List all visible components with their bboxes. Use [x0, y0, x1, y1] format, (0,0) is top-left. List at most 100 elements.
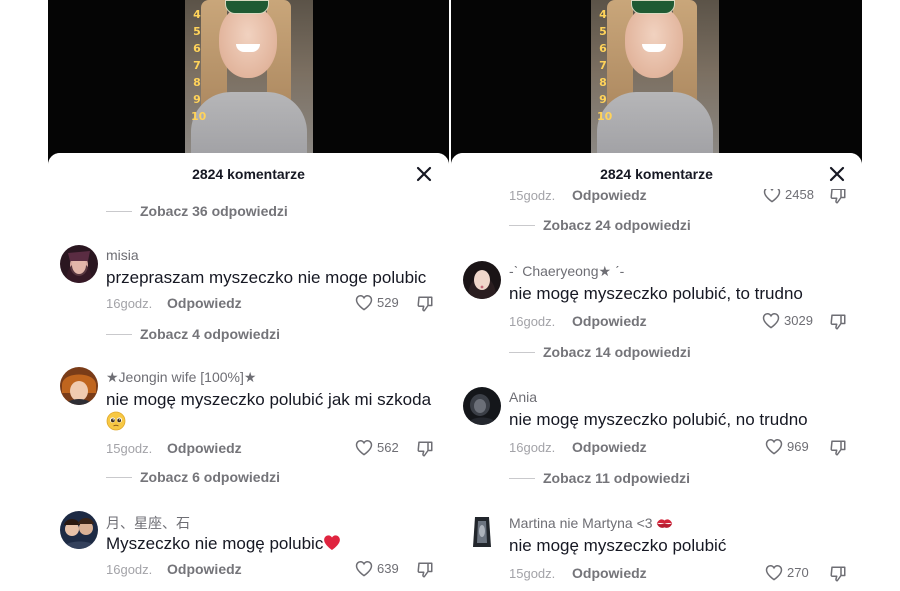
comments-header-bar: 2824 komentarze [48, 153, 449, 197]
view-replies-button[interactable]: Zobacz 6 odpowiedzi [106, 469, 280, 485]
comment-text: nie mogę myszeczko polubić jak mi szkoda [106, 390, 432, 409]
overlay-numbers: 4 5 6 7 8 9 10 [191, 8, 207, 123]
reply-button[interactable]: Odpowiedz [572, 313, 647, 329]
like-count: 969 [787, 439, 809, 454]
like-button[interactable]: 529 [355, 294, 399, 311]
like-button[interactable]: 639 [355, 560, 399, 577]
like-button[interactable]: 3029 [762, 312, 813, 329]
like-button[interactable]: 562 [355, 439, 399, 456]
view-replies-button[interactable]: Zobacz 4 odpowiedzi [106, 326, 280, 342]
heart-outline-icon [355, 439, 373, 456]
comments-sheet: 2824 komentarze Zobacz 36 odpowiedzi [48, 153, 449, 591]
red-heart-icon [324, 535, 341, 550]
reply-button[interactable]: Odpowiedz [167, 440, 242, 456]
thumbs-down-icon [830, 566, 846, 582]
dislike-button[interactable] [416, 561, 434, 579]
right-comments-panel: 4 5 6 7 8 9 10 15godz. Odpowiedz 2458 Zo… [451, 0, 862, 591]
comment-username[interactable]: ★Jeongin wife [100%]★ [106, 369, 256, 386]
comment-time: 15godz. [509, 566, 556, 581]
comment-time: 15godz. [509, 188, 556, 203]
video-background: 4 5 6 7 8 9 10 [451, 0, 862, 168]
comment-text: przepraszam myszeczko nie moge polubic [106, 268, 427, 287]
comment-text: nie mogę myszeczko polubić [509, 536, 727, 555]
filter-badge [631, 0, 675, 14]
divider [106, 210, 132, 212]
comment-time: 16godz. [509, 440, 556, 455]
like-count: 562 [377, 440, 399, 455]
left-comments-panel: 4 5 6 7 8 9 10 2824 komentarze Zobacz 36… [48, 0, 449, 591]
comment-username[interactable]: misia [106, 247, 139, 263]
like-count: 3029 [784, 313, 813, 328]
heart-outline-icon [355, 560, 373, 577]
comment-text: nie mogę myszeczko polubić, to trudno [509, 284, 803, 303]
like-button[interactable]: 270 [765, 564, 809, 581]
comment-list: 15godz. Odpowiedz 2458 Zobacz 24 odpowie… [451, 153, 862, 591]
reply-button[interactable]: Odpowiedz [572, 565, 647, 581]
comment-time: 16godz. [106, 562, 153, 577]
thumbs-down-icon [830, 188, 846, 204]
comment-time: 16godz. [509, 314, 556, 329]
divider [509, 477, 535, 479]
comment-time: 16godz. [106, 296, 153, 311]
pleading-face-icon [106, 411, 126, 436]
heart-outline-icon [765, 564, 783, 581]
comment-username[interactable]: Ania [509, 389, 537, 405]
heart-outline-icon [355, 294, 373, 311]
avatar[interactable] [463, 261, 501, 299]
comment-text: Myszeczko nie mogę polubic [106, 533, 341, 554]
heart-outline-icon [762, 312, 780, 329]
avatar-image [463, 387, 501, 425]
comment-username[interactable]: -ˋ Chaeryeong★ ˊ- [509, 263, 624, 280]
video-background: 4 5 6 7 8 9 10 [48, 0, 449, 168]
reply-button[interactable]: Odpowiedz [167, 295, 242, 311]
divider [509, 351, 535, 353]
dislike-button[interactable] [829, 313, 847, 331]
video-thumbnail: 4 5 6 7 8 9 10 [185, 0, 313, 160]
thumbs-down-icon [417, 562, 433, 578]
view-replies-button[interactable]: Zobacz 14 odpowiedzi [509, 344, 691, 360]
comment-username[interactable]: 月、星座、石 [106, 513, 190, 533]
video-thumbnail: 4 5 6 7 8 9 10 [591, 0, 719, 160]
overlay-numbers: 4 5 6 7 8 9 10 [597, 8, 613, 123]
divider [509, 224, 535, 226]
view-replies-button[interactable]: Zobacz 24 odpowiedzi [509, 217, 691, 233]
view-replies-button[interactable]: Zobacz 36 odpowiedzi [106, 203, 288, 219]
avatar-image [463, 513, 501, 551]
comment-text: nie mogę myszeczko polubić, no trudno [509, 410, 808, 429]
avatar[interactable] [463, 513, 501, 551]
view-replies-button[interactable]: Zobacz 11 odpowiedzi [509, 470, 690, 486]
comments-sheet: 15godz. Odpowiedz 2458 Zobacz 24 odpowie… [451, 153, 862, 591]
like-count: 639 [377, 561, 399, 576]
reply-button[interactable]: Odpowiedz [572, 187, 647, 203]
avatar-image [463, 261, 501, 299]
dislike-button[interactable] [829, 565, 847, 583]
dislike-button[interactable] [416, 295, 434, 313]
heart-outline-icon [765, 438, 783, 455]
avatar[interactable] [60, 367, 98, 405]
thumbs-down-icon [417, 441, 433, 457]
comment-list: Zobacz 36 odpowiedzi misia przepraszam m… [48, 153, 449, 591]
divider [106, 476, 132, 478]
avatar-image [60, 511, 98, 549]
close-icon [416, 166, 432, 182]
dislike-button[interactable] [829, 187, 847, 205]
dislike-button[interactable] [829, 439, 847, 457]
close-icon [829, 166, 845, 182]
avatar[interactable] [60, 245, 98, 283]
close-button[interactable] [415, 165, 433, 183]
avatar-image [60, 367, 98, 405]
kiss-mark-icon [657, 519, 673, 528]
like-count: 2458 [785, 187, 814, 202]
dislike-button[interactable] [416, 440, 434, 458]
comment-username[interactable]: Martina nie Martyna <3 [509, 515, 673, 531]
thumbs-down-icon [830, 314, 846, 330]
like-button[interactable]: 969 [765, 438, 809, 455]
reply-button[interactable]: Odpowiedz [167, 561, 242, 577]
close-button[interactable] [828, 165, 846, 183]
comments-count-title: 2824 komentarze [192, 166, 305, 182]
avatar[interactable] [60, 511, 98, 549]
reply-button[interactable]: Odpowiedz [572, 439, 647, 455]
avatar[interactable] [463, 387, 501, 425]
like-count: 529 [377, 295, 399, 310]
avatar-image [60, 245, 98, 283]
